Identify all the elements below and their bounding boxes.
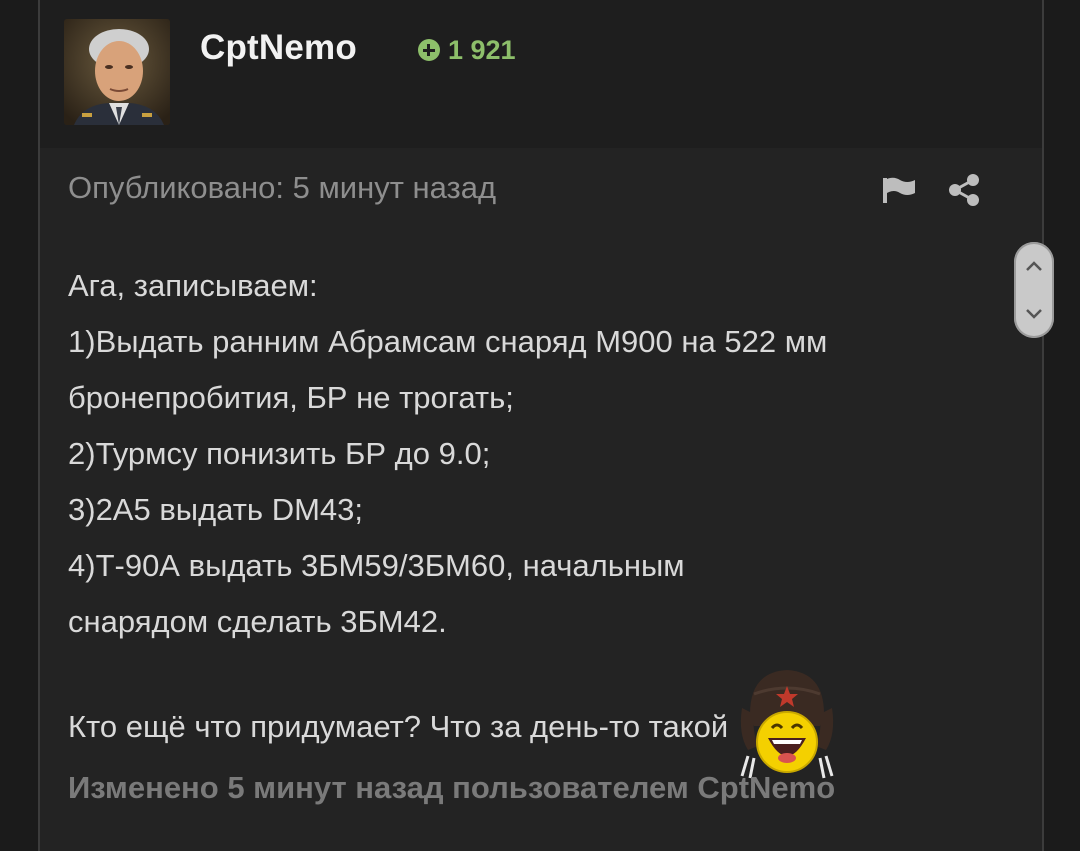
post-header: CptNemo 1 921 xyxy=(40,0,1042,148)
avatar-portrait xyxy=(64,19,170,125)
post-line: 1)Выдать ранним Абрамсам снаряд М900 на … xyxy=(68,324,828,359)
laughing-soldier-emoji xyxy=(740,670,834,779)
post-body: Ага, записываем: 1)Выдать ранним Абрамса… xyxy=(68,258,968,786)
flag-icon[interactable] xyxy=(882,176,916,204)
post-card: CptNemo 1 921 Опубликовано: 5 минут наза… xyxy=(38,0,1044,851)
share-icon[interactable] xyxy=(946,172,982,208)
chevron-down-icon xyxy=(1026,309,1042,319)
scroll-control xyxy=(1014,242,1054,338)
scroll-up-button[interactable] xyxy=(1014,242,1054,290)
edited-note: Изменено 5 минут назад пользователем Cpt… xyxy=(68,770,836,805)
page: CptNemo 1 921 Опубликовано: 5 минут наза… xyxy=(0,0,1080,851)
post-line: бронепробития, БР не трогать; xyxy=(68,380,514,415)
post-line: Ага, записываем: xyxy=(68,268,318,303)
chevron-up-icon xyxy=(1026,261,1042,271)
post-line: 4)Т-90А выдать 3БМ59/3БМ60, начальным xyxy=(68,548,685,583)
post-line: 3)2А5 выдать DM43; xyxy=(68,492,363,527)
author-username[interactable]: CptNemo xyxy=(200,28,357,68)
reputation-badge: 1 921 xyxy=(418,34,516,66)
post-line: 2)Турмсу понизить БР до 9.0; xyxy=(68,436,491,471)
avatar[interactable] xyxy=(64,19,170,125)
reputation-count: 1 921 xyxy=(448,34,516,65)
published-time: Опубликовано: 5 минут назад xyxy=(68,170,497,205)
post-closing-line: Кто ещё что придумает? Что за день-то та… xyxy=(68,668,968,786)
plus-circle-icon xyxy=(418,39,440,61)
post-closing-text: Кто ещё что придумает? Что за день-то та… xyxy=(68,709,729,744)
post-line: снарядом сделать 3БМ42. xyxy=(68,604,447,639)
scroll-down-button[interactable] xyxy=(1014,290,1054,338)
